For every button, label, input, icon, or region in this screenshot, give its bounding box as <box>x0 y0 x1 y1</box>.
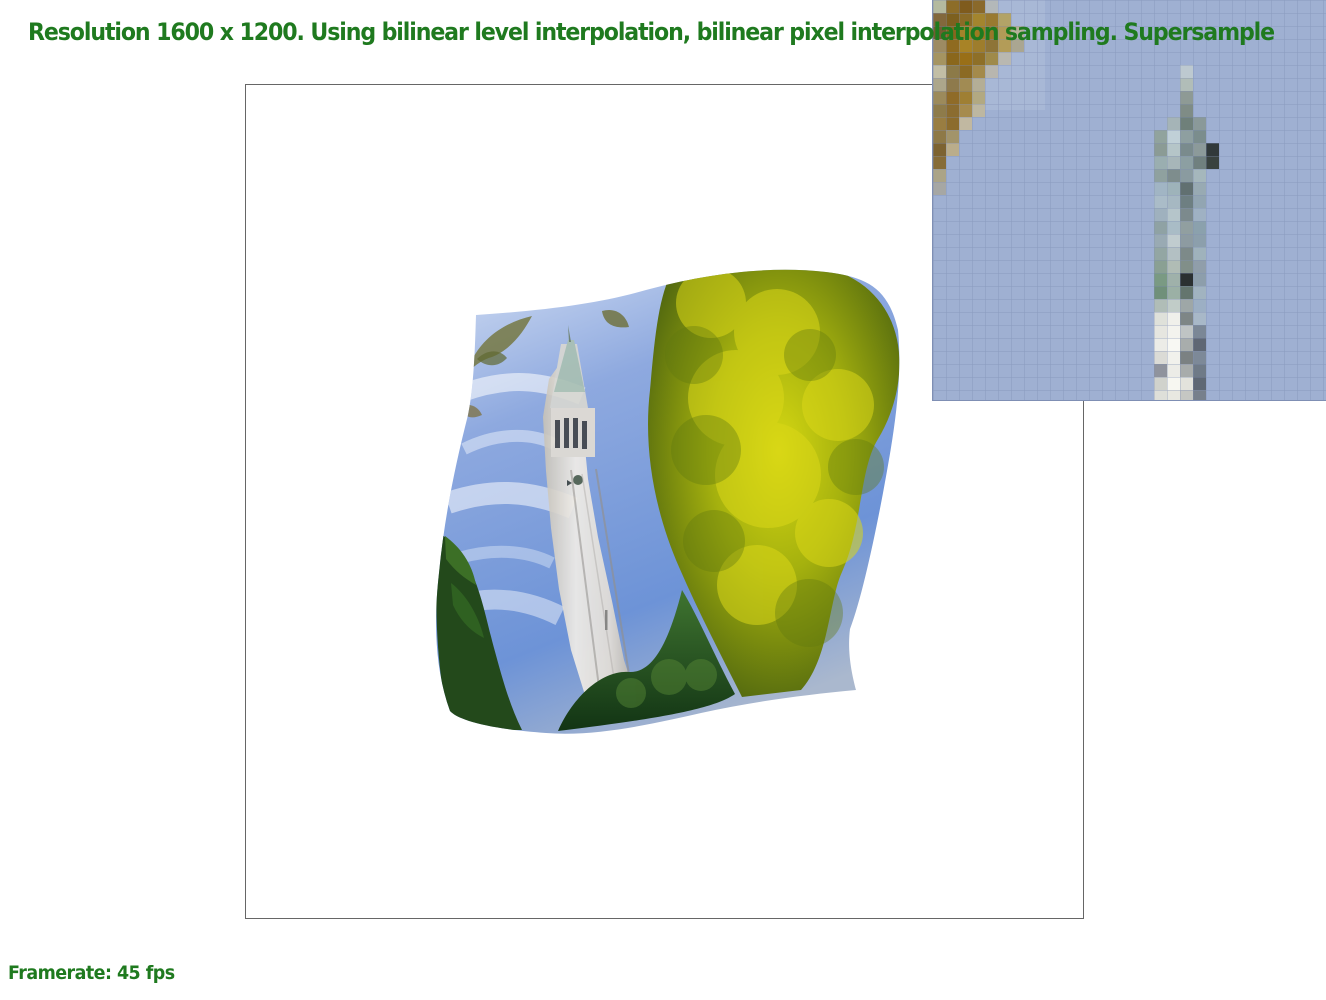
pixel-zoom-inspector[interactable] <box>932 0 1326 401</box>
zoomed-pixel-grid[interactable] <box>933 0 1326 401</box>
framerate-status: Framerate: 45 fps <box>8 962 175 984</box>
render-status-text: Resolution 1600 x 1200. Using bilinear l… <box>28 18 1275 46</box>
